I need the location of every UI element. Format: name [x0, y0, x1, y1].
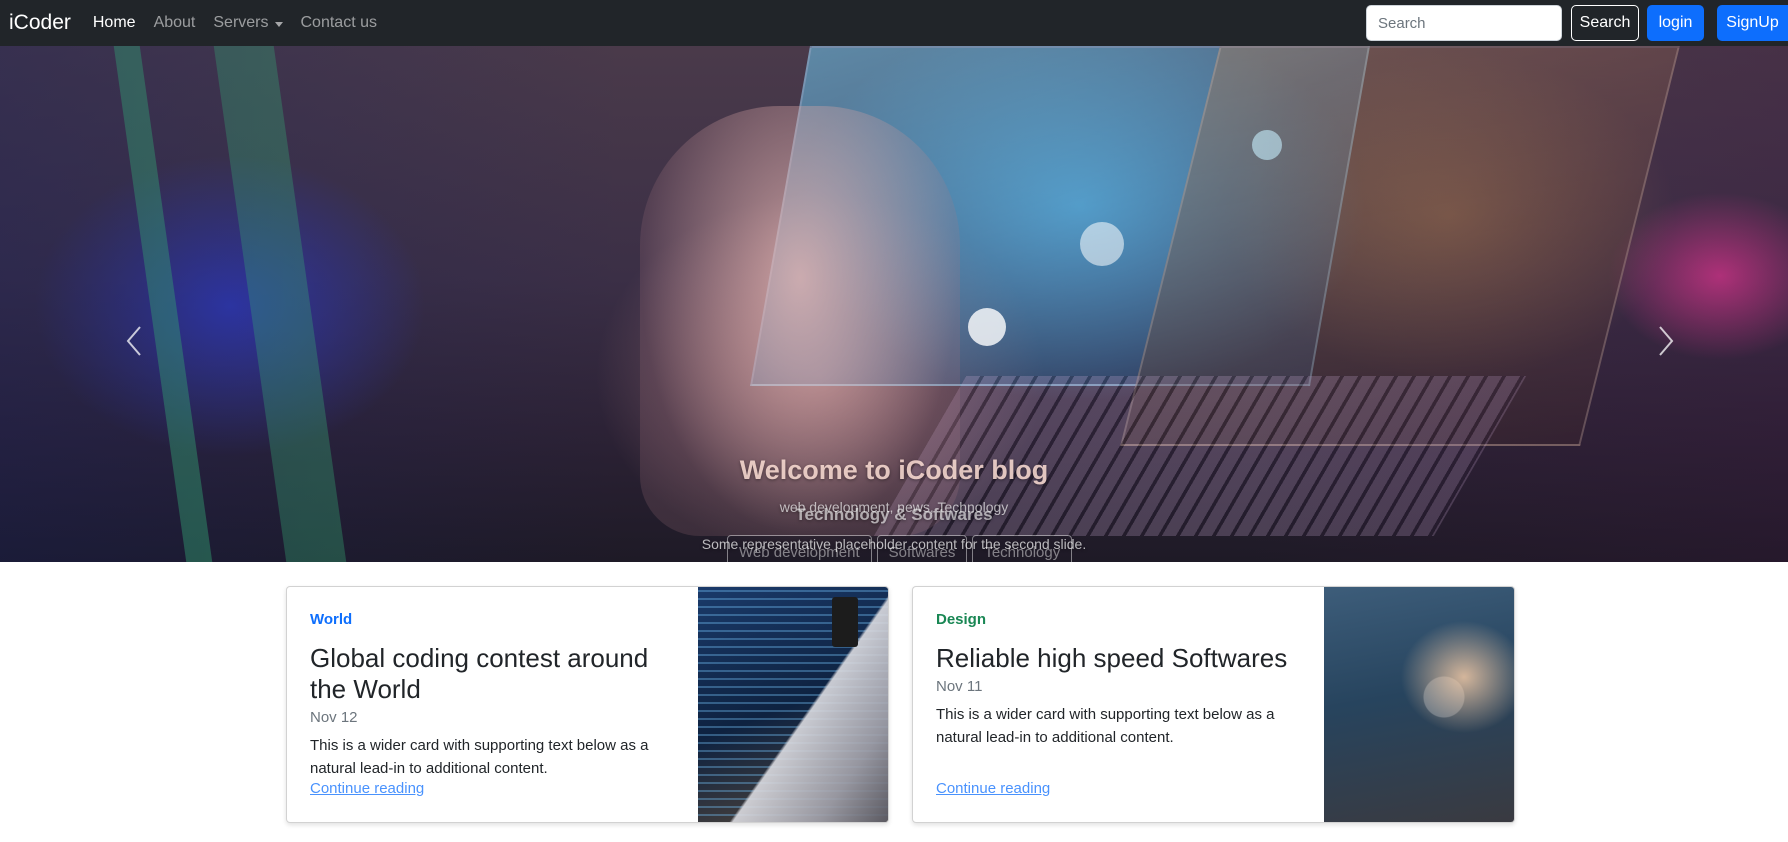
- card-body: Design Reliable high speed Softwares Nov…: [936, 611, 1306, 749]
- card-title: Reliable high speed Softwares: [936, 643, 1288, 673]
- chevron-right-icon: [1659, 326, 1674, 356]
- technology-button[interactable]: Technology: [972, 535, 1073, 562]
- web-development-button[interactable]: Web development: [727, 535, 872, 562]
- hero-image-decoration: [213, 46, 347, 562]
- nav-link-about[interactable]: About: [154, 14, 196, 32]
- card-thumbnail: [698, 587, 888, 822]
- signup-button[interactable]: SignUp: [1717, 5, 1788, 41]
- nav-search-form: Search login SignUp: [1366, 0, 1788, 46]
- carousel-next-button[interactable]: [1657, 325, 1675, 357]
- softwares-button[interactable]: Softwares: [876, 535, 968, 562]
- nav-dropdown-servers[interactable]: Servers: [213, 14, 283, 32]
- nav-link-home[interactable]: Home: [93, 14, 136, 32]
- brand-logo[interactable]: iCoder: [9, 11, 71, 35]
- search-button[interactable]: Search: [1571, 5, 1639, 41]
- hero-image-light: [1252, 130, 1282, 160]
- hero-carousel: Welcome to iCoder blog web development, …: [0, 46, 1788, 562]
- login-button[interactable]: login: [1647, 5, 1704, 41]
- slide1-title: Welcome to iCoder blog: [739, 455, 1049, 485]
- slide1-buttons: Web development Softwares Technology: [727, 535, 1077, 562]
- card-body: World Global coding contest around the W…: [310, 611, 680, 780]
- card-title: Global coding contest around the World: [310, 643, 649, 704]
- blog-card-design: Design Reliable high speed Softwares Nov…: [912, 586, 1515, 823]
- card-date: Nov 12: [310, 709, 358, 726]
- carousel-prev-button[interactable]: [125, 325, 143, 357]
- nav-dropdown-servers-label: Servers: [213, 14, 269, 31]
- card-thumbnail: [1324, 587, 1514, 822]
- caret-down-icon: [274, 21, 283, 27]
- card-category: Design: [936, 611, 987, 628]
- blog-card-world: World Global coding contest around the W…: [286, 586, 889, 823]
- slide2-title: Technology & Softwares: [795, 505, 993, 524]
- continue-reading-link[interactable]: Continue reading: [936, 780, 1050, 797]
- continue-reading-link[interactable]: Continue reading: [310, 780, 424, 797]
- search-input[interactable]: [1366, 5, 1562, 41]
- hero-image-decoration: [113, 46, 213, 562]
- card-text: This is a wider card with supporting tex…: [310, 737, 649, 777]
- card-category: World: [310, 611, 353, 628]
- nav-link-contact[interactable]: Contact us: [301, 14, 377, 32]
- navbar: iCoder Home About Servers Contact us Sea…: [0, 0, 1788, 46]
- card-text: This is a wider card with supporting tex…: [936, 706, 1275, 746]
- hero-image-light: [1080, 222, 1124, 266]
- chevron-left-icon: [126, 326, 141, 356]
- card-date: Nov 11: [936, 678, 983, 695]
- hero-image-laptop: [1120, 46, 1680, 446]
- nav-links: Home About Servers Contact us: [93, 14, 395, 32]
- thumbnail-mug: [832, 597, 858, 647]
- hero-image-light: [968, 308, 1006, 346]
- hero-image-screen: [750, 46, 1370, 386]
